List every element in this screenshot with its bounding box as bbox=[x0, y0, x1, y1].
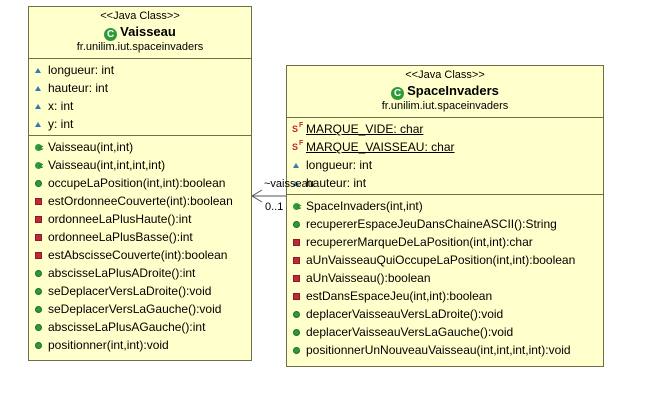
class-spaceinvaders[interactable]: <<Java Class>> C SpaceInvaders fr.unilim.… bbox=[286, 65, 604, 367]
stereotype-label: <<Java Class>> bbox=[100, 10, 180, 22]
public-method-icon bbox=[34, 323, 48, 331]
association-multiplicity-label: 0..1 bbox=[265, 201, 284, 213]
method-row[interactable]: seDeplacerVersLaGauche():void bbox=[34, 300, 251, 318]
attribute-row[interactable]: longueur: int bbox=[292, 156, 603, 174]
private-method-icon bbox=[34, 251, 48, 259]
attribute-row[interactable]: hauteur: int bbox=[34, 79, 251, 97]
static-field-row[interactable]: S F MARQUE_VAISSEAU: char bbox=[292, 138, 603, 156]
method-row[interactable]: estOrdonneeCouverte(int):boolean bbox=[34, 192, 251, 210]
attribute-row[interactable]: longueur: int bbox=[34, 61, 251, 79]
class-header: <<Java Class>> C SpaceInvaders fr.unilim.… bbox=[287, 66, 603, 118]
package-label: fr.unilim.iut.spaceinvaders bbox=[381, 100, 509, 112]
method-row[interactable]: seDeplacerVersLaDroite():void bbox=[34, 282, 251, 300]
method-row[interactable]: aUnVaisseauQuiOccupeLaPosition(int,int):… bbox=[292, 251, 603, 269]
method-row[interactable]: recupererEspaceJeuDansChaineASCII():Stri… bbox=[292, 215, 603, 233]
public-method-icon bbox=[34, 269, 48, 277]
method-row[interactable]: recupererMarqueDeLaPosition(int,int):cha… bbox=[292, 233, 603, 251]
attributes-section: S F MARQUE_VIDE: char S F MARQUE_VAISSEAU: c… bbox=[287, 118, 603, 194]
package-visibility-icon bbox=[34, 121, 48, 127]
operations-section: c SpaceInvaders(int,int) recupererEspaceJ… bbox=[287, 194, 603, 361]
operations-section: c Vaisseau(int,int) c Vaisseau(int,int,int… bbox=[29, 135, 251, 356]
attribute-row[interactable]: hauteur: int bbox=[292, 174, 603, 192]
public-method-icon bbox=[34, 287, 48, 295]
package-visibility-icon bbox=[34, 67, 48, 73]
private-method-icon bbox=[292, 274, 306, 282]
static-final-field-icon: SF bbox=[292, 140, 304, 152]
package-visibility-icon bbox=[292, 162, 306, 168]
static-final-field-icon: SF bbox=[292, 122, 304, 134]
method-row[interactable]: ordonneeLaPlusHaute():int bbox=[34, 210, 251, 228]
private-method-icon bbox=[34, 197, 48, 205]
constructor-row[interactable]: c SpaceInvaders(int,int) bbox=[292, 197, 603, 215]
public-method-icon bbox=[34, 305, 48, 313]
method-row[interactable]: ordonneeLaPlusBasse():int bbox=[34, 228, 251, 246]
constructor-icon: c bbox=[34, 159, 48, 171]
public-method-icon bbox=[292, 220, 306, 228]
method-row[interactable]: deplacerVaisseauVersLaDroite():void bbox=[292, 305, 603, 323]
method-row[interactable]: occupeLaPosition(int,int):boolean bbox=[34, 174, 251, 192]
constructor-icon: c bbox=[292, 200, 306, 212]
private-method-icon bbox=[292, 238, 306, 246]
public-method-icon bbox=[34, 341, 48, 349]
attributes-section: longueur: int hauteur: int x: int y: int bbox=[29, 59, 251, 135]
package-visibility-icon bbox=[34, 103, 48, 109]
stereotype-label: <<Java Class>> bbox=[405, 69, 485, 81]
method-row[interactable]: abscisseLaPlusADroite():int bbox=[34, 264, 251, 282]
method-row[interactable]: deplacerVaisseauVersLaGauche():void bbox=[292, 323, 603, 341]
attribute-row[interactable]: x: int bbox=[34, 97, 251, 115]
package-label: fr.unilim.iut.spaceinvaders bbox=[76, 41, 204, 53]
package-visibility-icon bbox=[34, 85, 48, 91]
public-method-icon bbox=[292, 346, 306, 354]
attribute-row[interactable]: y: int bbox=[34, 115, 251, 133]
method-row[interactable]: positionnerUnNouveauVaisseau(int,int,int… bbox=[292, 341, 603, 359]
class-name: Vaisseau bbox=[120, 24, 176, 39]
class-vaisseau[interactable]: <<Java Class>> C Vaisseau fr.unilim.iut.s… bbox=[28, 6, 252, 361]
method-row[interactable]: aUnVaisseau():boolean bbox=[292, 269, 603, 287]
public-method-icon bbox=[292, 310, 306, 318]
static-field-row[interactable]: S F MARQUE_VIDE: char bbox=[292, 120, 603, 138]
private-method-icon bbox=[34, 215, 48, 223]
public-method-icon bbox=[34, 179, 48, 187]
public-method-icon bbox=[292, 328, 306, 336]
class-name: SpaceInvaders bbox=[407, 83, 499, 98]
method-row[interactable]: abscisseLaPlusAGauche():int bbox=[34, 318, 251, 336]
association-role-label: ~vaisseau bbox=[264, 178, 314, 190]
private-method-icon bbox=[34, 233, 48, 241]
private-method-icon bbox=[292, 292, 306, 300]
java-class-icon: C bbox=[104, 28, 118, 41]
constructor-icon: c bbox=[34, 141, 48, 153]
method-row[interactable]: positionner(int,int):void bbox=[34, 336, 251, 354]
private-method-icon bbox=[292, 256, 306, 264]
class-header: <<Java Class>> C Vaisseau fr.unilim.iut.s… bbox=[29, 7, 251, 59]
constructor-row[interactable]: c Vaisseau(int,int) bbox=[34, 138, 251, 156]
constructor-row[interactable]: c Vaisseau(int,int,int,int) bbox=[34, 156, 251, 174]
java-class-icon: C bbox=[391, 87, 405, 100]
method-row[interactable]: estDansEspaceJeu(int,int):boolean bbox=[292, 287, 603, 305]
method-row[interactable]: estAbscisseCouverte(int):boolean bbox=[34, 246, 251, 264]
